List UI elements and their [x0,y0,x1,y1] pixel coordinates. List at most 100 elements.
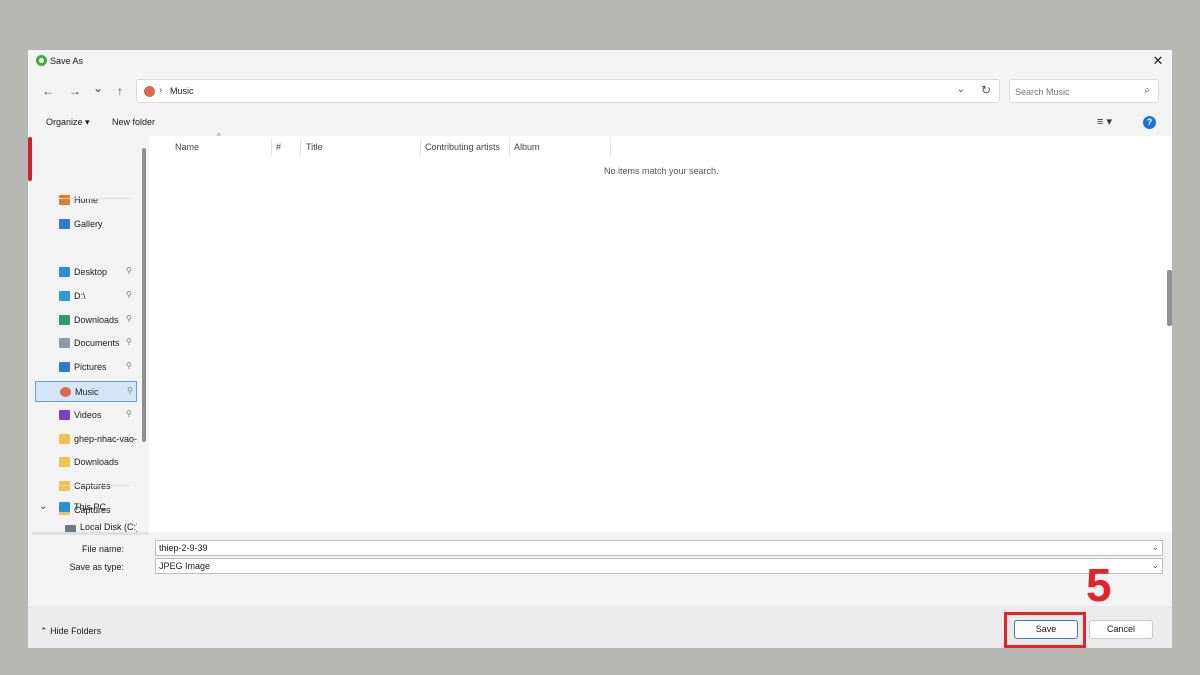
save-as-type-value: JPEG Image [159,561,211,571]
empty-message: No items match your search. [604,166,719,176]
folder-icon [59,481,70,492]
column-separator[interactable] [610,138,611,156]
sidebar-scrollbar[interactable] [142,148,146,442]
sidebar-item-documents[interactable]: Documents ⚲ [35,333,137,354]
sidebar-item-downloads[interactable]: Downloads [35,452,137,473]
sidebar-item-d[interactable]: D:\ ⚲ [35,286,137,307]
music-icon [144,86,155,97]
pin-icon[interactable]: ⚲ [126,290,132,299]
sidebar-item-label: Home [74,195,99,205]
refresh-icon[interactable]: ↻ [981,83,991,97]
column-separator[interactable] [509,138,510,156]
title-bar: Save As ✕ [28,50,1172,72]
chevron-down-icon[interactable]: ⌄ [1151,560,1159,571]
save-as-type-select[interactable]: JPEG Image ⌄ [155,558,1163,574]
file-list: ^ Name # Title Contributing artists Albu… [149,132,1172,532]
column-header-title[interactable]: Title [306,142,323,152]
content-scrollbar[interactable] [1167,270,1172,326]
sidebar-item-pictures[interactable]: Pictures ⚲ [35,357,137,378]
disk-icon [65,525,76,532]
documents-icon [59,338,70,349]
navigation-pane: Home Gallery Desktop ⚲ D:\ ⚲ Downloads ⚲ Documen… [28,136,149,532]
pin-icon[interactable]: ⚲ [126,337,132,346]
chevron-down-icon[interactable]: ⌄ [39,501,47,512]
sidebar-item-label: Desktop [74,267,108,277]
dialog-footer: ⌃ Hide Folders Save Cancel [28,606,1172,648]
close-icon[interactable]: ✕ [1150,53,1166,69]
dialog-title: Save As [50,56,84,66]
sidebar-item-label: Local Disk (C:) [80,522,137,532]
computer-icon [59,502,70,512]
pin-icon[interactable]: ⚲ [126,409,132,418]
new-folder-button[interactable]: New folder [112,117,155,127]
pictures-icon [59,362,70,373]
column-header-number[interactable]: # [276,142,281,152]
file-name-value[interactable]: thiep-2-9-39 [159,543,208,553]
navigation-bar: ← → ⌄ ↑ › Music ⌄ ↻ ⌕ [28,77,1172,105]
help-icon[interactable]: ? [1143,116,1156,129]
column-header-contributing-artists[interactable]: Contributing artists [425,142,500,152]
column-header-name[interactable]: Name [175,142,199,152]
sidebar-item-local-disk[interactable]: Local Disk (C:) [35,520,137,532]
sidebar-divider [58,198,130,199]
sidebar-item-label: ghep-nhac-vao- [74,433,138,444]
sidebar-item-videos[interactable]: Videos ⚲ [35,405,137,426]
sidebar-item-label: Videos [74,409,102,420]
column-separator[interactable] [271,138,272,156]
pin-icon[interactable]: ⚲ [127,386,133,395]
recent-locations-icon[interactable]: ⌄ [90,80,106,96]
sidebar-item-downloads[interactable]: Downloads ⚲ [35,310,137,331]
desktop-icon [59,267,70,277]
download-arrow-icon [59,290,70,301]
file-name-label: File name: [81,544,124,554]
back-arrow-icon[interactable]: ← [40,83,56,99]
cancel-button[interactable]: Cancel [1089,620,1153,639]
sidebar-item-label: Documents [74,338,120,349]
breadcrumb-music[interactable]: Music [170,86,194,96]
save-as-dialog: Save As ✕ ← → ⌄ ↑ › Music ⌄ ↻ ⌕ Organize… [28,50,1172,648]
selection-accent [28,137,32,181]
sidebar-item-label: This PC [74,502,107,512]
up-arrow-icon[interactable]: ↑ [112,83,128,99]
save-as-type-label: Save as type: [69,562,124,572]
chevron-up-icon: ⌃ [40,626,48,636]
address-bar[interactable]: › Music ⌄ ↻ [136,79,1000,103]
app-icon [36,55,47,66]
organize-button[interactable]: Organize ▾ [46,117,90,128]
gallery-icon [59,219,70,229]
sidebar-horizontal-scrollbar[interactable] [32,532,148,535]
column-header-album[interactable]: Album [514,142,540,152]
sidebar-item-this-pc[interactable]: ⌄ This PC [35,497,137,518]
search-input[interactable] [1015,85,1135,98]
sidebar-item-music[interactable]: Music ⚲ [35,381,137,402]
pin-icon[interactable]: ⚲ [126,266,132,275]
sidebar-item-label: Captures [74,481,111,492]
chevron-down-icon[interactable]: ⌄ [1151,542,1159,553]
search-box[interactable]: ⌕ [1009,79,1159,103]
music-icon [60,387,71,397]
folder-icon [59,457,70,468]
highlight-box [1004,612,1086,648]
hide-folders-button[interactable]: ⌃ Hide Folders [40,626,101,637]
search-icon[interactable]: ⌕ [1144,85,1150,96]
pin-icon[interactable]: ⚲ [126,314,132,323]
sidebar-item-ghep-nhac-vao[interactable]: ghep-nhac-vao- [35,429,137,450]
sidebar-item-captures[interactable]: Captures [35,476,137,497]
folder-icon [59,433,70,444]
sidebar-item-desktop[interactable]: Desktop ⚲ [35,262,137,283]
step-number: 5 [1086,559,1112,611]
file-name-field[interactable]: thiep-2-9-39 ⌄ [155,540,1163,556]
column-separator[interactable] [420,138,421,156]
sidebar-item-gallery[interactable]: Gallery [35,214,137,235]
sidebar-item-label: D:\ [74,290,86,301]
command-toolbar: Organize ▾ New folder ≡ ▾ ? [28,113,1172,133]
hide-folders-label: Hide Folders [50,626,102,636]
pin-icon[interactable]: ⚲ [126,361,132,370]
forward-arrow-icon[interactable]: → [67,83,83,99]
view-options-icon[interactable]: ≡ ▾ [1097,115,1112,128]
videos-icon [59,409,70,420]
sidebar-item-home[interactable]: Home [35,190,137,211]
chevron-down-icon[interactable]: ⌄ [957,84,965,95]
sidebar-item-label: Music [75,387,99,397]
column-separator[interactable] [300,138,301,156]
